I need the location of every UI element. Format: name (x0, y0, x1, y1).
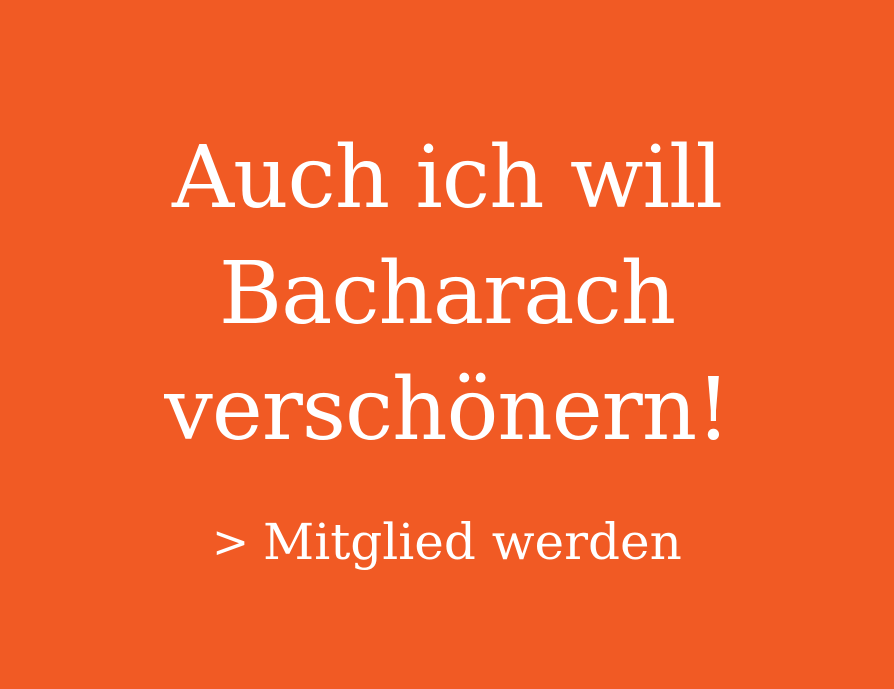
become-member-label: Mitglied werden (263, 513, 682, 571)
chevron-right-icon: > (212, 517, 249, 568)
headline-line-1: Auch ich will (172, 128, 723, 228)
headline-line-2: Bacharach (218, 244, 676, 344)
headline: Auch ich will Bacharach verschönern! (0, 120, 894, 468)
headline-line-3: verschönern! (164, 360, 730, 460)
membership-banner: Auch ich will Bacharach verschönern! > Mi… (0, 0, 894, 689)
become-member-link[interactable]: > Mitglied werden (0, 512, 894, 573)
